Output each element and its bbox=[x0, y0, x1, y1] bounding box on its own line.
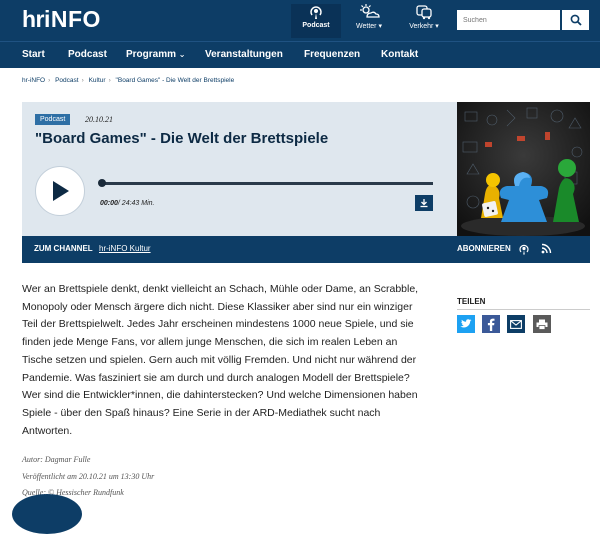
header-weather-link[interactable]: Wetter ▾ bbox=[344, 4, 394, 38]
podcast-badge: Podcast bbox=[35, 114, 71, 125]
channel-link[interactable]: hr-iNFO Kultur bbox=[99, 244, 151, 253]
podcast-subscribe-icon[interactable] bbox=[518, 243, 530, 255]
share-email-button[interactable] bbox=[507, 315, 525, 333]
progress-handle[interactable] bbox=[98, 179, 106, 187]
play-button[interactable] bbox=[35, 166, 85, 216]
time-display: 00:00/ 24:43 Min. bbox=[100, 200, 154, 207]
article-author: Autor: Dagmar Fulle bbox=[22, 455, 91, 464]
board-game-pieces-illustration bbox=[457, 102, 590, 236]
share-title: TEILEN bbox=[457, 297, 486, 306]
top-header: hriNFO Podcast Wetter ▾ Verkehr ▾ bbox=[0, 0, 600, 41]
search-input[interactable] bbox=[457, 10, 560, 30]
article-body: Wer an Brettspiele denkt, denkt vielleic… bbox=[22, 283, 419, 437]
email-icon bbox=[510, 319, 522, 329]
download-button[interactable] bbox=[415, 195, 433, 211]
nav-veranstaltungen[interactable]: Veranstaltungen bbox=[205, 49, 283, 60]
share-divider bbox=[457, 309, 590, 310]
header-traffic-label: Verkehr bbox=[409, 23, 434, 30]
logo-hr: hr bbox=[22, 6, 45, 32]
header-weather-label: Wetter bbox=[356, 23, 377, 30]
rss-icon[interactable] bbox=[541, 243, 552, 254]
nav-programm-label: Programm bbox=[126, 49, 177, 60]
nav-start[interactable]: Start bbox=[22, 49, 45, 60]
play-icon bbox=[53, 181, 69, 201]
breadcrumb-item[interactable]: Kultur bbox=[89, 77, 106, 84]
scroll-to-top-arc[interactable] bbox=[12, 494, 82, 534]
nav-programm[interactable]: Programm ⌄ bbox=[126, 49, 186, 60]
current-time: 00:00 bbox=[100, 200, 118, 207]
duration: / 24:43 Min. bbox=[117, 200, 155, 207]
episode-date: 20.10.21 bbox=[85, 115, 113, 124]
breadcrumb: hr-iNFO › Podcast › Kultur › "Board Games" … bbox=[22, 77, 234, 84]
channel-bar: ZUM CHANNEL hr-iNFO Kultur ABONNIEREN bbox=[22, 236, 590, 263]
breadcrumb-separator: › bbox=[108, 77, 111, 84]
traffic-icon bbox=[416, 5, 432, 20]
share-print-button[interactable] bbox=[533, 315, 551, 333]
print-icon bbox=[536, 319, 548, 330]
main-navigation: Start Podcast Programm ⌄ Veranstaltungen… bbox=[0, 41, 600, 68]
nav-frequenzen[interactable]: Frequenzen bbox=[304, 49, 360, 60]
channel-label: ZUM CHANNEL bbox=[34, 244, 93, 253]
hr-info-logo[interactable]: hriNFO bbox=[22, 6, 101, 33]
download-icon bbox=[420, 199, 428, 208]
search-icon bbox=[570, 14, 582, 26]
subscribe-label: ABONNIEREN bbox=[457, 244, 511, 253]
header-traffic-link[interactable]: Verkehr ▾ bbox=[399, 4, 449, 38]
breadcrumb-current: "Board Games" - Die Welt der Brettspiele bbox=[115, 77, 235, 84]
podcast-icon bbox=[310, 6, 322, 19]
breadcrumb-item[interactable]: Podcast bbox=[55, 77, 79, 84]
logo-info: iNFO bbox=[44, 6, 101, 32]
header-podcast-label: Podcast bbox=[302, 22, 330, 29]
breadcrumb-item[interactable]: hr-iNFO bbox=[22, 77, 45, 84]
article-published: Veröffentlicht am 20.10.21 um 13:30 Uhr bbox=[22, 472, 155, 481]
progress-track[interactable] bbox=[100, 182, 433, 185]
podcast-cover-image bbox=[457, 102, 590, 236]
nav-podcast[interactable]: Podcast bbox=[68, 49, 107, 60]
header-podcast-link[interactable]: Podcast bbox=[291, 4, 341, 38]
weather-icon bbox=[360, 4, 380, 18]
breadcrumb-separator: › bbox=[81, 77, 84, 84]
chevron-down-icon: ⌄ bbox=[178, 50, 186, 59]
facebook-icon bbox=[487, 318, 495, 331]
twitter-icon bbox=[460, 319, 472, 328]
share-twitter-button[interactable] bbox=[457, 315, 475, 333]
share-facebook-button[interactable] bbox=[482, 315, 500, 333]
episode-title: "Board Games" - Die Welt der Brettspiele bbox=[35, 130, 329, 147]
breadcrumb-separator: › bbox=[48, 77, 51, 84]
nav-kontakt[interactable]: Kontakt bbox=[381, 49, 418, 60]
audio-player: Podcast 20.10.21 "Board Games" - Die Wel… bbox=[22, 102, 457, 236]
search-button[interactable] bbox=[562, 10, 589, 30]
